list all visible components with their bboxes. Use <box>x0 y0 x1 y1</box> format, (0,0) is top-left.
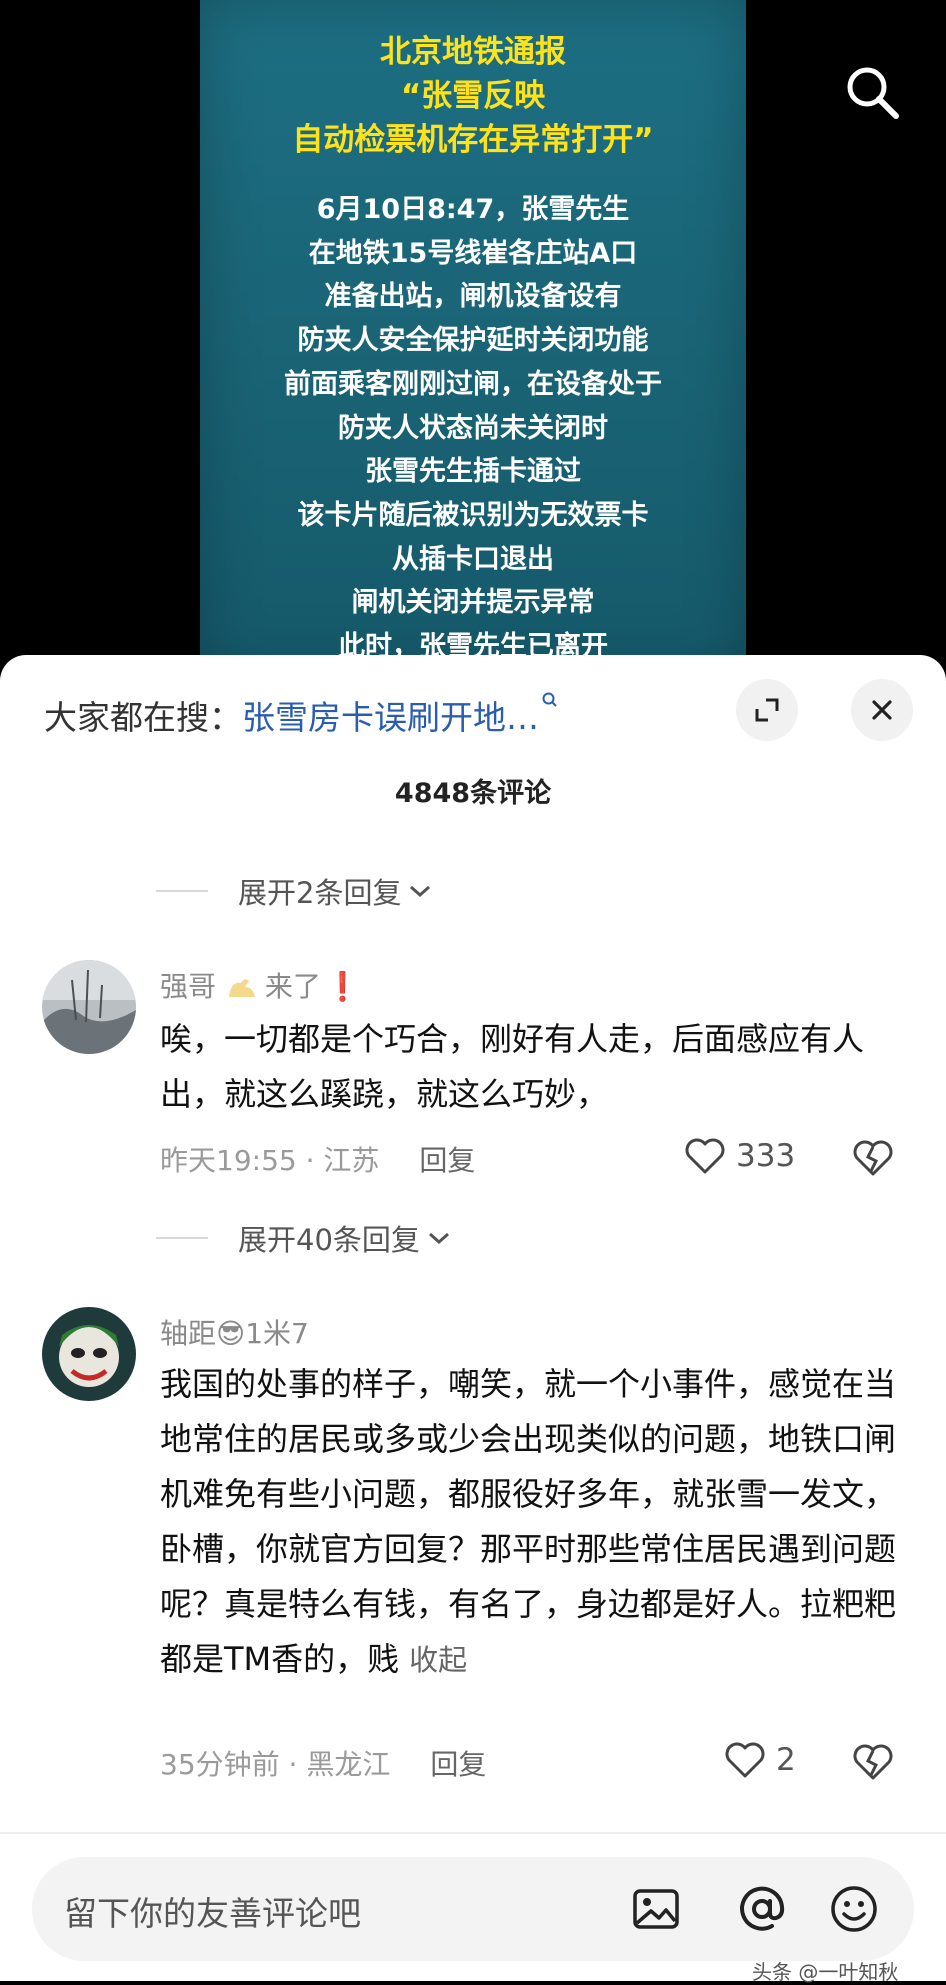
avatar[interactable] <box>42 960 136 1054</box>
heart-icon <box>725 1742 765 1778</box>
poster-body-line: 从插卡口退出 <box>392 543 554 575</box>
poster-body-line: 防夹人安全保护延时关闭功能 <box>297 325 649 357</box>
poster-body-line: 该卡片随后被识别为无效票卡 <box>297 499 649 531</box>
comment-username[interactable]: 强哥 来了 ❗ <box>160 965 360 1005</box>
input-divider <box>0 1832 946 1834</box>
poster-body-line: 准备出站，闸机设备设有 <box>324 281 622 313</box>
divider-line <box>156 890 208 892</box>
emoji-button[interactable] <box>826 1881 882 1937</box>
comment-text-body: 我国的处事的样子，嘲笑，就一个小事件，感觉在当地常住的居民或多或少会出现类似的问… <box>160 1365 897 1678</box>
hot-search-bar[interactable]: 大家都在搜：张雪房卡误刷开地… <box>44 691 559 739</box>
comment-input-bar[interactable]: 留下你的友善评论吧 <box>32 1857 914 1961</box>
expand-sheet-button[interactable] <box>736 679 798 741</box>
username-suffix: 来了 <box>264 970 321 1003</box>
collapse-button[interactable]: 收起 <box>409 1643 467 1677</box>
username-text: 轴距 <box>160 1317 217 1350</box>
chevron-down-icon <box>428 1232 449 1245</box>
chevron-down-icon <box>410 885 431 898</box>
comment-text: 唉，一切都是个巧合，刚好有人走，后面感应有人出，就这么蹊跷，就这么巧妙， <box>160 1020 865 1113</box>
at-icon <box>740 1886 785 1931</box>
expand-icon <box>755 698 779 722</box>
comment-meta: 35分钟前 · 黑龙江 回复 <box>160 1748 487 1781</box>
comment-count: 4848条评论 <box>394 778 552 809</box>
poster-title: 北京地铁通报 “张雪反映 自动检票机存在异常打开” <box>200 30 746 162</box>
poster-body-line: 在地铁15号线崔各庄站A口 <box>308 237 638 269</box>
comment-sheet: 大家都在搜：张雪房卡误刷开地… 4848条评论 展开2条回复 强哥 来了 ❗ 唉，… <box>0 655 946 1981</box>
comment-username[interactable]: 轴距😎1米7 <box>160 1312 309 1352</box>
video-poster: 北京地铁通报 “张雪反映 自动检票机存在异常打开” 6月10日8:47，张雪先生… <box>200 0 746 680</box>
poster-body: 6月10日8:47，张雪先生 在地铁15号线崔各庄站A口 准备出站，闸机设备设有… <box>200 188 746 669</box>
username-text: 强哥 <box>160 970 217 1003</box>
broken-heart-icon <box>853 1744 893 1780</box>
comment-input-placeholder[interactable]: 留下你的友善评论吧 <box>64 1887 361 1935</box>
comment-time: 昨天19:55 <box>160 1144 297 1177</box>
divider-line <box>156 1237 208 1239</box>
like-count: 2 <box>776 1742 796 1778</box>
mention-button[interactable] <box>734 1881 790 1937</box>
expand-replies-button[interactable]: 展开40条回复 <box>156 1217 452 1259</box>
comment-location: 江苏 <box>323 1144 380 1177</box>
dislike-button[interactable] <box>852 1139 894 1181</box>
close-icon <box>872 700 892 720</box>
dislike-button[interactable] <box>852 1743 894 1785</box>
poster-title-line: “张雪反映 <box>400 78 546 114</box>
exclamation-icon: ❗ <box>324 970 360 1003</box>
avatar[interactable] <box>42 1307 136 1401</box>
avatar-image <box>42 1307 136 1401</box>
video-player[interactable]: 北京地铁通报 “张雪反映 自动检票机存在异常打开” 6月10日8:47，张雪先生… <box>0 0 946 680</box>
comment-time: 35分钟前 <box>160 1748 280 1781</box>
comment-meta: 昨天19:55 · 江苏 回复 <box>160 1144 476 1177</box>
comment-text: 我国的处事的样子，嘲笑，就一个小事件，感觉在当地常住的居民或多或少会出现类似的问… <box>160 1357 900 1688</box>
emoji-icon <box>831 1886 877 1932</box>
heart-icon <box>685 1138 725 1174</box>
poster-body-line: 6月10日8:47，张雪先生 <box>316 194 630 225</box>
reply-button[interactable]: 回复 <box>419 1144 475 1177</box>
expand-replies-label: 展开2条回复 <box>238 876 402 910</box>
poster-body-line: 张雪先生插卡通过 <box>365 456 581 488</box>
sunglasses-emoji-icon: 😎 <box>216 1317 246 1350</box>
poster-body-line: 前面乘客刚刚过闸，在设备处于 <box>284 368 662 400</box>
strong-arm-icon <box>228 979 255 997</box>
image-icon <box>633 1889 679 1929</box>
reply-button[interactable]: 回复 <box>430 1748 486 1781</box>
avatar-image <box>42 960 136 1054</box>
image-button[interactable] <box>628 1881 684 1937</box>
hot-search-label: 大家都在搜： <box>44 698 242 737</box>
poster-body-line: 防夹人状态尚未关闭时 <box>338 412 608 444</box>
like-button[interactable]: 2 <box>724 1741 796 1779</box>
username-suffix: 1米7 <box>245 1317 309 1350</box>
expand-replies-button[interactable]: 展开2条回复 <box>156 870 433 912</box>
poster-title-line: 自动检票机存在异常打开” <box>292 122 654 158</box>
comment-location: 黑龙江 <box>306 1748 391 1781</box>
search-button[interactable] <box>842 62 902 122</box>
search-icon <box>847 67 899 119</box>
expand-replies-label: 展开40条回复 <box>238 1223 420 1257</box>
poster-title-line: 北京地铁通报 <box>380 34 566 70</box>
poster-body-line: 闸机关闭并提示异常 <box>351 587 595 619</box>
hot-search-link[interactable]: 张雪房卡误刷开地… <box>242 698 539 737</box>
close-sheet-button[interactable] <box>851 679 913 741</box>
search-icon <box>542 692 557 707</box>
like-count: 333 <box>736 1138 796 1174</box>
broken-heart-icon <box>853 1140 893 1176</box>
like-button[interactable]: 333 <box>684 1137 795 1175</box>
